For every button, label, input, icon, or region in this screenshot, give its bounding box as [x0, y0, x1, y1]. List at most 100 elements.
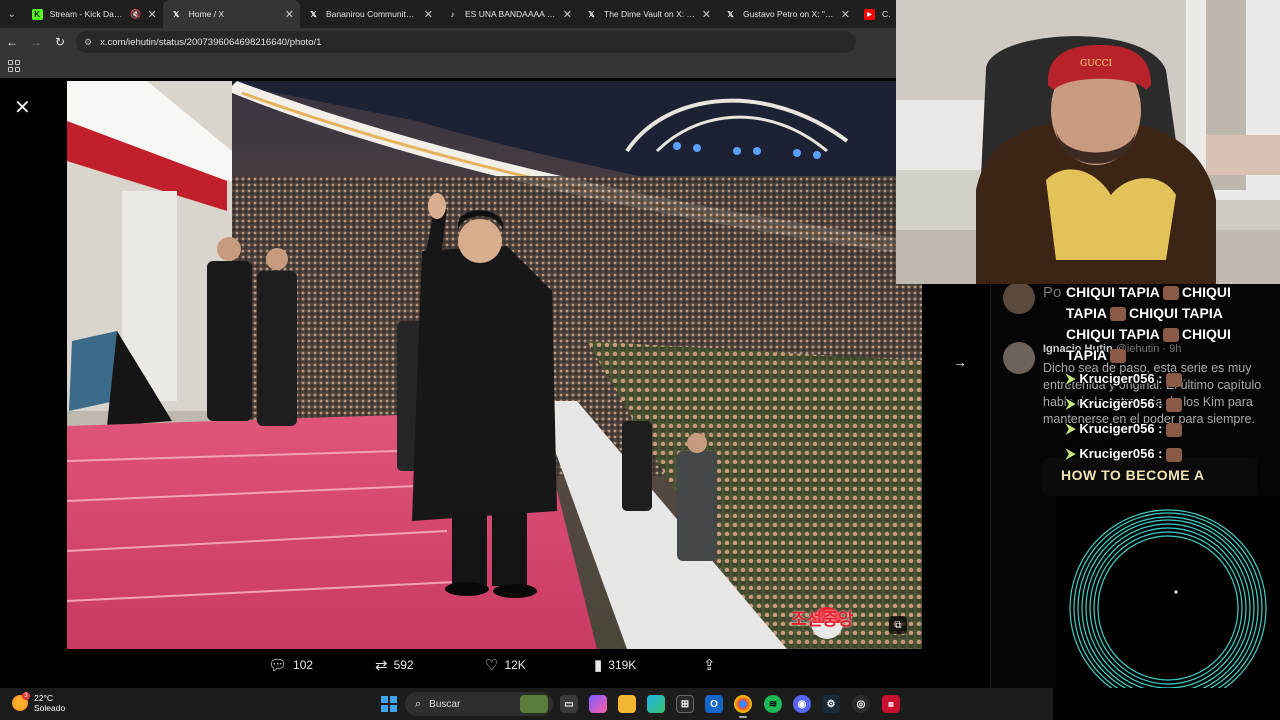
bookmarks-bar — [0, 56, 896, 78]
tab-title: Cayc — [882, 9, 890, 19]
close-tab-icon[interactable]: ✕ — [147, 8, 156, 21]
tab-bananirou-community[interactable]: 𝕏 Bananirou Community / X ✕ — [300, 0, 439, 28]
edge-icon[interactable] — [647, 695, 665, 713]
chat-message: CHIQUI TAPIA CHIQUI — [1066, 282, 1280, 303]
tab-home-x[interactable]: 𝕏 Home / X ✕ — [162, 0, 300, 28]
chrome-icon[interactable] — [734, 695, 752, 718]
tab-title: Gustavo Petro on X: "Bala — [743, 9, 835, 19]
close-tab-icon[interactable]: ✕ — [841, 8, 850, 21]
photo-viewer: ✕ 조선중앙 ⧉ → 💬︎ 102 ⇄ 592 ♡ 12K ▮ 319K ⇪ — [0, 78, 990, 688]
apps-grid-icon[interactable] — [8, 60, 20, 72]
x-logo-icon: 𝕏 — [172, 9, 180, 19]
task-view-icon[interactable]: ▭ — [560, 695, 578, 713]
emote-icon — [1165, 372, 1182, 387]
reply-snippet: Po — [1043, 284, 1062, 301]
chat-message: ⮞ Kruciger056 : — [1066, 441, 1280, 466]
photo-watermark: 조선중앙 — [791, 610, 854, 630]
x-logo-icon: 𝕏 — [588, 9, 595, 19]
copilot-icon[interactable] — [589, 695, 607, 713]
tab-title: ES UNA BANDAAAA #par — [465, 9, 557, 19]
close-tab-icon[interactable]: ✕ — [563, 8, 572, 21]
share-button[interactable]: ⇪ — [703, 656, 722, 674]
bar-chart-icon: ▮ — [594, 657, 603, 674]
chat-message: ⮞ Kruciger056 : — [1066, 366, 1280, 391]
address-bar[interactable]: ⚙ x.com/iehutin/status/20073960646982166… — [76, 31, 856, 53]
search-label: Buscar — [429, 698, 461, 710]
close-tab-icon[interactable]: ✕ — [285, 8, 294, 21]
reload-icon[interactable]: ↻ — [48, 30, 72, 54]
weather-condition: Soleado — [34, 703, 66, 713]
widget-image-icon[interactable] — [520, 695, 548, 713]
chat-text: CHIQUI — [1181, 284, 1231, 300]
windows-taskbar: 3 22°C Soleado ⌕ Buscar ▭ ⊞ O ≋ ◉ ⚙ ◎ ▤ — [0, 688, 1053, 720]
tweet-photo[interactable]: 조선중앙 ⧉ — [67, 81, 922, 649]
close-tab-icon[interactable]: ✕ — [702, 8, 711, 21]
visualizer-rings — [1069, 509, 1267, 707]
close-icon[interactable]: ✕ — [14, 95, 31, 120]
like-count: 12K — [504, 658, 526, 672]
tab-youtube[interactable]: ▶ Cayc — [856, 0, 896, 28]
app-icon[interactable]: ▤ — [882, 695, 900, 713]
chat-text: CHIQUI TAPIA — [1066, 284, 1160, 300]
tab-dime-vault[interactable]: 𝕏 The Dime Vault on X: "He ✕ — [578, 0, 717, 28]
view-count: 319K — [608, 658, 637, 672]
muted-audio-icon[interactable]: 🔇 — [130, 9, 141, 20]
forward-arrow-icon[interactable]: → — [24, 30, 48, 54]
tab-search-icon[interactable]: ⌄ — [0, 0, 24, 28]
reply-button[interactable]: 💬︎ 102 — [268, 656, 313, 674]
outlook-icon[interactable]: O — [705, 695, 723, 713]
x-logo-icon: 𝕏 — [310, 9, 317, 19]
user-badge-icon: ⮞ — [1066, 396, 1076, 411]
photo-illustration — [67, 81, 922, 649]
close-tab-icon[interactable]: ✕ — [424, 8, 433, 21]
obs-icon[interactable]: ◎ — [852, 695, 870, 713]
audio-visualizer — [1056, 496, 1280, 707]
browser-tab-strip: ⌄ K Stream - Kick Dashbo 🔇 ✕ 𝕏 Home / X … — [0, 0, 896, 28]
tiktok-icon: ♪ — [450, 9, 455, 19]
like-button[interactable]: ♡ 12K — [485, 656, 526, 674]
emote-icon — [1165, 447, 1182, 462]
stream-chat-overlay: CHIQUI TAPIA CHIQUI TAPIA CHIQUI TAPIA CHI… — [1066, 282, 1280, 466]
chat-message: TAPIA CHIQUI TAPIA — [1066, 303, 1280, 324]
avatar[interactable] — [1003, 282, 1035, 314]
search-icon: ⌕ — [415, 697, 422, 710]
views-button[interactable]: ▮ 319K — [594, 656, 636, 674]
webcam-feed: GUCCI — [896, 0, 1280, 284]
chat-text: CHIQUI — [1181, 326, 1231, 342]
tweet-action-bar: 💬︎ 102 ⇄ 592 ♡ 12K ▮ 319K ⇪ — [0, 656, 990, 680]
avatar[interactable] — [1003, 342, 1035, 374]
windows-start-icon[interactable] — [381, 696, 397, 712]
chat-message: TAPIA — [1066, 345, 1280, 366]
repost-icon: ⇄ — [375, 657, 388, 674]
tab-tiktok[interactable]: ♪ ES UNA BANDAAAA #par ✕ — [439, 0, 578, 28]
repost-button[interactable]: ⇄ 592 — [375, 656, 414, 674]
emote-icon — [1109, 307, 1126, 322]
tab-kick-dashboard[interactable]: K Stream - Kick Dashbo 🔇 ✕ — [24, 0, 163, 28]
weather-widget[interactable]: 3 22°C Soleado — [12, 692, 66, 713]
store-icon[interactable]: ⊞ — [676, 695, 694, 713]
tab-gustavo-petro[interactable]: 𝕏 Gustavo Petro on X: "Bala ✕ — [717, 0, 856, 28]
next-photo-arrow-icon[interactable]: → — [953, 354, 967, 370]
kick-icon: K — [31, 8, 43, 20]
browser-toolbar: ← → ↻ ⚙ x.com/iehutin/status/20073960646… — [0, 28, 896, 56]
steam-icon[interactable]: ⚙ — [822, 695, 840, 713]
user-badge-icon: ⮞ — [1066, 371, 1076, 386]
share-icon: ⇪ — [703, 657, 716, 674]
repost-count: 592 — [393, 658, 414, 672]
temperature: 22°C — [34, 693, 53, 703]
reply-icon: 💬︎ — [268, 657, 288, 674]
thumbnail-title: HOW TO BECOME A — [1061, 467, 1205, 483]
back-arrow-icon[interactable]: ← — [0, 30, 24, 54]
alt-text-icon[interactable]: ⧉ — [889, 616, 907, 634]
youtube-icon: ▶ — [864, 8, 875, 20]
file-explorer-icon[interactable] — [618, 695, 636, 713]
user-badge-icon: ⮞ — [1066, 421, 1076, 436]
chat-text: TAPIA — [1066, 305, 1107, 321]
spotify-icon[interactable]: ≋ — [764, 695, 782, 713]
user-badge-icon: ⮞ — [1066, 446, 1076, 461]
sun-icon: 3 — [12, 692, 30, 711]
chat-username: Kruciger056 : — [1079, 446, 1163, 461]
discord-icon[interactable]: ◉ — [793, 695, 811, 713]
chat-username: Kruciger056 : — [1079, 371, 1163, 386]
site-info-icon[interactable]: ⚙ — [84, 37, 92, 48]
